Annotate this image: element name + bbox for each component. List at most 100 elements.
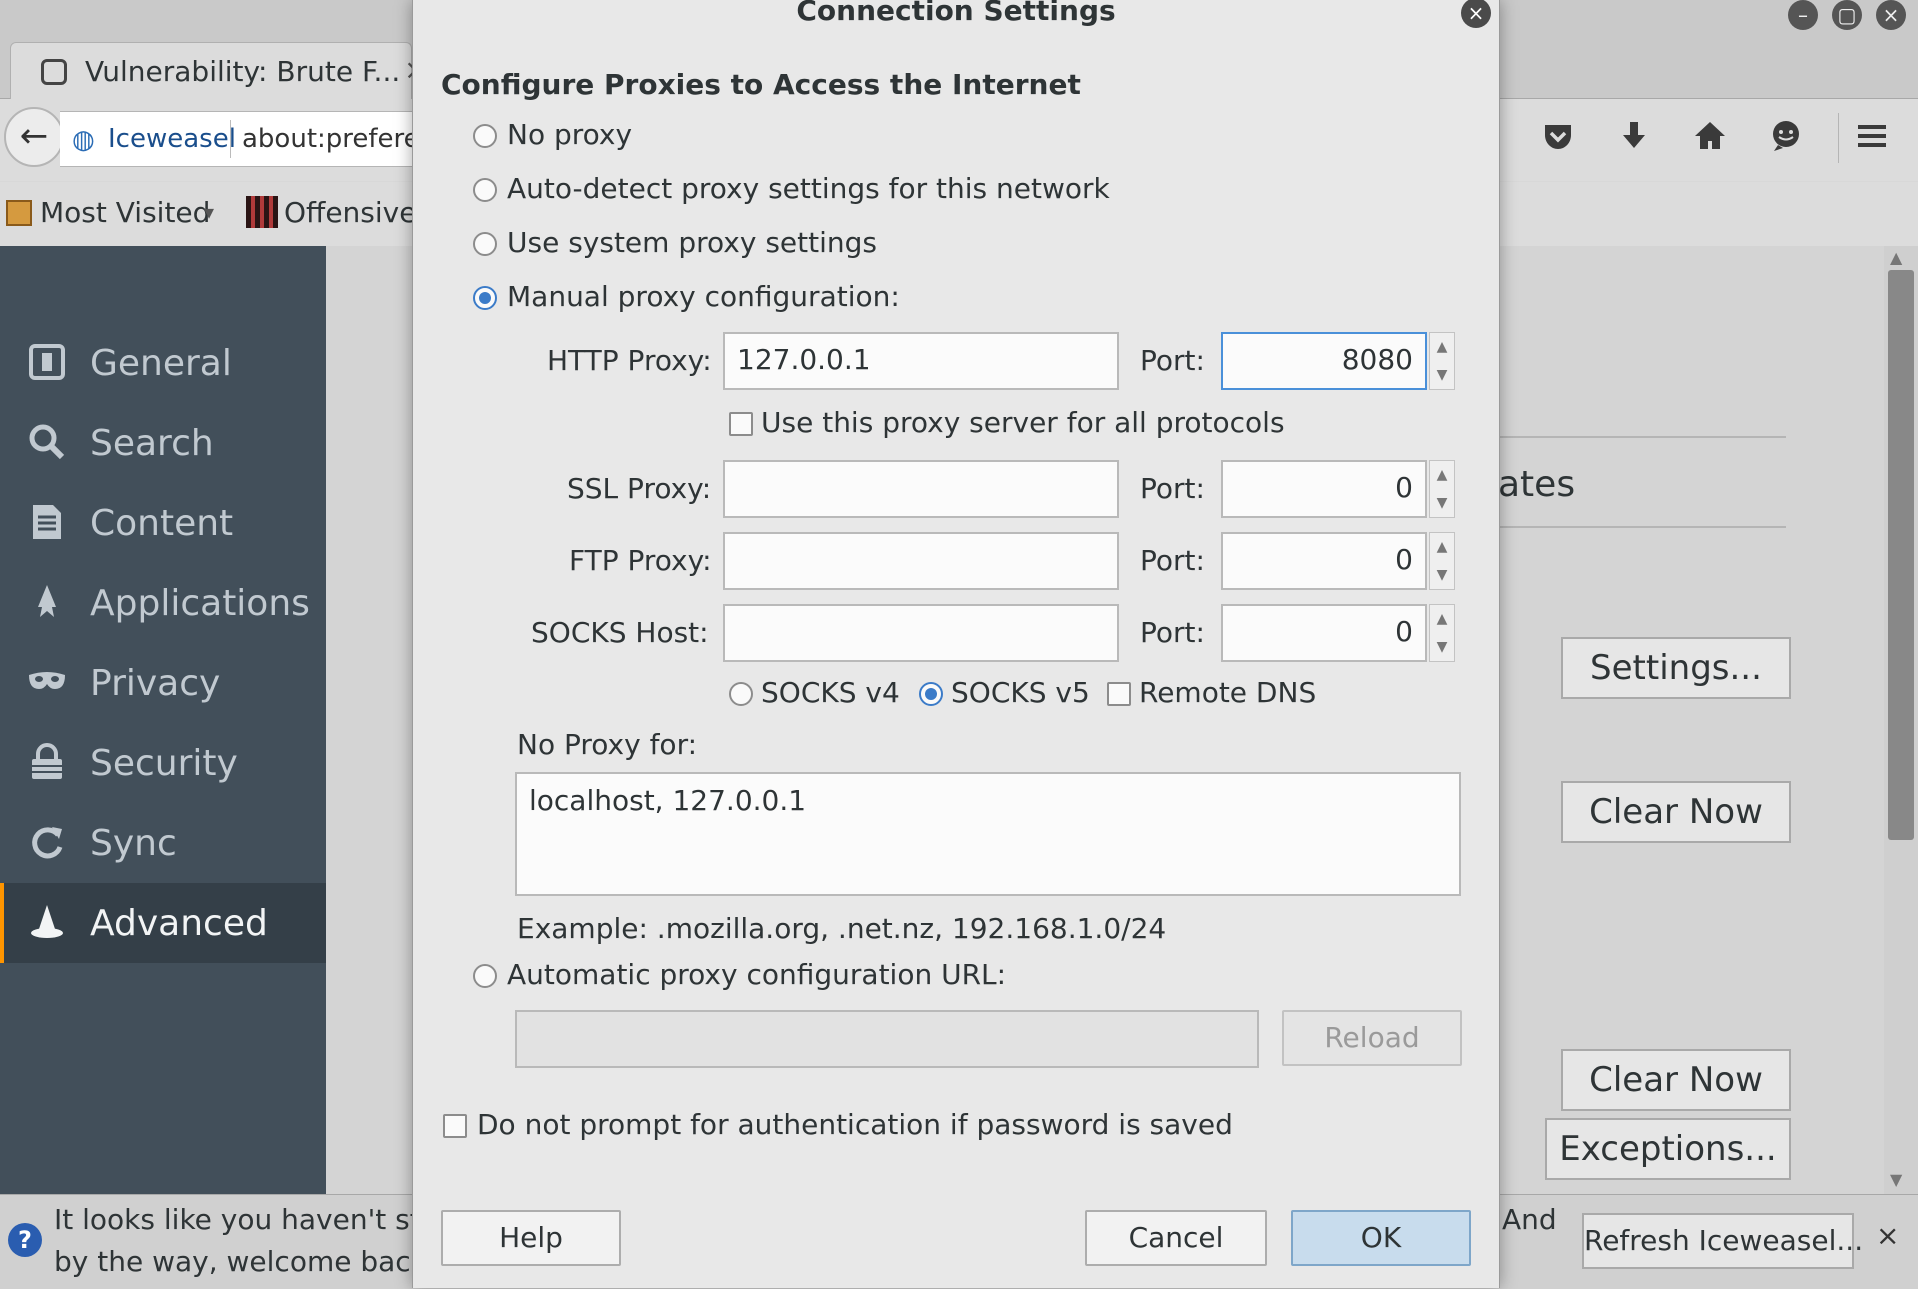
radio-auto-proxy-url[interactable] [473, 964, 497, 988]
sidebar-item-general[interactable]: General [0, 323, 326, 403]
sidebar-item-advanced[interactable]: Advanced [0, 883, 326, 963]
notification-close-icon[interactable]: × [1876, 1219, 1899, 1252]
http-proxy-label: HTTP Proxy: [547, 344, 712, 377]
socks-port-spinner[interactable]: ▲ ▼ [1429, 604, 1455, 662]
remote-dns-label[interactable]: Remote DNS [1139, 676, 1316, 709]
socks-host-input[interactable] [723, 604, 1119, 662]
close-window-button[interactable]: × [1876, 0, 1906, 30]
remote-dns-checkbox[interactable] [1107, 682, 1131, 706]
url-site-identity[interactable]: Iceweasel [108, 124, 236, 154]
connection-settings-dialog: Connection Settings × Configure Proxies … [412, 0, 1500, 1288]
sidebar-item-sync[interactable]: Sync [0, 803, 326, 883]
sidebar-item-privacy[interactable]: Privacy [0, 643, 326, 723]
ssl-proxy-label: SSL Proxy: [567, 472, 712, 505]
minimize-window-button[interactable]: – [1788, 0, 1818, 30]
settings-button[interactable]: Settings... [1561, 637, 1791, 699]
sidebar-item-content[interactable]: Content [0, 483, 326, 563]
cancel-button[interactable]: Cancel [1085, 1210, 1267, 1266]
chevron-down-icon[interactable]: ▾ [204, 200, 214, 224]
url-address[interactable]: about:prefere [242, 124, 420, 154]
radio-socks-v5[interactable] [919, 682, 943, 706]
socks-v5-label[interactable]: SOCKS v5 [951, 676, 1090, 709]
search-icon [26, 423, 68, 465]
sidebar-item-label: Privacy [90, 663, 221, 704]
browser-tab[interactable]: Vulnerability: Brute F... × [10, 42, 427, 101]
spin-down-icon[interactable]: ▼ [1430, 489, 1454, 517]
scrollbar-thumb[interactable] [1888, 270, 1914, 840]
reload-button[interactable]: Reload [1282, 1010, 1462, 1066]
maximize-window-button[interactable]: ▢ [1832, 0, 1862, 30]
scroll-up-icon[interactable]: ▲ [1890, 248, 1902, 267]
menu-hamburger-icon[interactable] [1852, 119, 1892, 162]
no-prompt-auth-label[interactable]: Do not prompt for authentication if pass… [477, 1108, 1233, 1141]
spin-up-icon[interactable]: ▲ [1430, 461, 1454, 489]
notification-text: by the way, welcome back! [54, 1245, 439, 1278]
radio-system-proxy[interactable] [473, 232, 497, 256]
no-prompt-auth-checkbox[interactable] [443, 1114, 467, 1138]
auto-proxy-url-input[interactable] [515, 1010, 1259, 1068]
spin-up-icon[interactable]: ▲ [1430, 533, 1454, 561]
divider [1496, 526, 1786, 528]
radio-no-proxy[interactable] [473, 124, 497, 148]
ssl-proxy-input[interactable] [723, 460, 1119, 518]
globe-icon: ◍ [72, 125, 95, 155]
radio-socks-v4[interactable] [729, 682, 753, 706]
exceptions-button[interactable]: Exceptions... [1545, 1118, 1791, 1180]
clear-now-button[interactable]: Clear Now [1561, 1049, 1791, 1111]
bookmark-most-visited[interactable]: Most Visited [40, 196, 210, 229]
sidebar-items: General Search Content Applications Priv… [0, 246, 326, 1194]
sidebar-item-security[interactable]: Security [0, 723, 326, 803]
radio-label-no-proxy[interactable]: No proxy [507, 118, 632, 151]
radio-label-auto-proxy-url[interactable]: Automatic proxy configuration URL: [507, 958, 1006, 991]
ftp-port-input[interactable]: 0 [1221, 532, 1427, 590]
sidebar-item-applications[interactable]: Applications [0, 563, 326, 643]
sidebar-item-label: Advanced [90, 903, 268, 944]
port-label: Port: [1140, 472, 1205, 505]
ok-button[interactable]: OK [1291, 1210, 1471, 1266]
pocket-icon[interactable] [1538, 119, 1578, 162]
socks-port-input[interactable]: 0 [1221, 604, 1427, 662]
refresh-browser-button[interactable]: Refresh Iceweasel... [1582, 1213, 1863, 1269]
ftp-port-spinner[interactable]: ▲ ▼ [1429, 532, 1455, 590]
socks-v4-label[interactable]: SOCKS v4 [761, 676, 900, 709]
radio-manual-proxy[interactable] [473, 286, 497, 310]
content-icon [26, 503, 68, 545]
http-proxy-input[interactable]: 127.0.0.1 [723, 332, 1119, 390]
bookmark-offensive[interactable]: Offensive [284, 196, 416, 229]
spin-down-icon[interactable]: ▼ [1430, 361, 1454, 389]
radio-label-manual-proxy[interactable]: Manual proxy configuration: [507, 280, 900, 313]
sidebar-item-label: Applications [90, 583, 310, 624]
ftp-proxy-input[interactable] [723, 532, 1119, 590]
ssl-port-spinner[interactable]: ▲ ▼ [1429, 460, 1455, 518]
chat-icon[interactable] [1766, 119, 1806, 162]
toolbar-separator [1838, 113, 1839, 163]
radio-auto-detect[interactable] [473, 178, 497, 202]
security-lock-icon [26, 743, 68, 785]
back-button[interactable]: ← [4, 107, 64, 167]
spin-up-icon[interactable]: ▲ [1430, 605, 1454, 633]
ssl-port-input[interactable]: 0 [1221, 460, 1427, 518]
sidebar-item-label: Search [90, 423, 214, 464]
ftp-proxy-label: FTP Proxy: [569, 544, 712, 577]
spin-down-icon[interactable]: ▼ [1430, 633, 1454, 661]
sidebar-item-search[interactable]: Search [0, 403, 326, 483]
url-separator [230, 120, 231, 158]
scroll-down-icon[interactable]: ▼ [1890, 1170, 1902, 1189]
http-port-spinner[interactable]: ▲ ▼ [1429, 332, 1455, 390]
home-icon[interactable] [1690, 119, 1730, 162]
download-icon[interactable] [1614, 119, 1654, 162]
sidebar-item-label: Content [90, 503, 234, 544]
info-question-icon: ? [8, 1223, 42, 1257]
tab-title: Vulnerability: Brute F... [85, 55, 401, 88]
spin-down-icon[interactable]: ▼ [1430, 561, 1454, 589]
http-port-input[interactable]: 8080 [1221, 332, 1427, 390]
radio-label-auto-detect[interactable]: Auto-detect proxy settings for this netw… [507, 172, 1110, 205]
clear-now-button[interactable]: Clear Now [1561, 781, 1791, 843]
spin-up-icon[interactable]: ▲ [1430, 333, 1454, 361]
radio-label-system-proxy[interactable]: Use system proxy settings [507, 226, 877, 259]
no-proxy-for-textarea[interactable]: localhost, 127.0.0.1 [515, 772, 1461, 896]
use-for-all-checkbox[interactable] [729, 412, 753, 436]
use-for-all-label[interactable]: Use this proxy server for all protocols [761, 406, 1285, 439]
notification-text: It looks like you haven't start [54, 1203, 461, 1236]
help-button[interactable]: Help [441, 1210, 621, 1266]
